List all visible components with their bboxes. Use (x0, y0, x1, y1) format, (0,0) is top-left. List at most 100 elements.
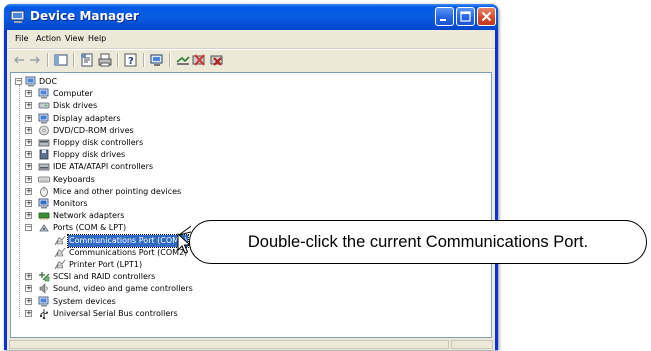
console-tree-icon (54, 54, 68, 66)
tree-item-label: Floppy disk controllers (53, 138, 144, 147)
expand-toggle[interactable]: + (25, 151, 32, 159)
instruction-callout: Double-click the current Communications … (189, 220, 647, 264)
menu-bar: File Action View Help (7, 30, 495, 48)
com-port-icon (54, 247, 66, 258)
toolbar: ? (7, 50, 495, 70)
collapse-toggle[interactable]: − (15, 78, 22, 85)
title-bar[interactable]: Device Manager (4, 4, 498, 30)
expand-toggle[interactable]: + (25, 102, 32, 110)
printer-icon (98, 53, 112, 67)
tree-item-label: IDE ATA/ATAPI controllers (53, 162, 154, 172)
help-icon: ? (124, 53, 137, 67)
minimize-button[interactable] (435, 7, 454, 26)
device-manager-icon (10, 10, 25, 23)
expand-toggle[interactable]: + (25, 175, 32, 183)
computer-icon (38, 88, 49, 99)
menu-help[interactable]: Help (88, 34, 106, 43)
toolbar-divider (117, 53, 119, 67)
toolbar-divider (143, 53, 145, 67)
device-manager-window: Device Manager File Action View Help ? −… (4, 4, 498, 350)
expand-toggle[interactable]: + (25, 285, 32, 293)
expand-toggle[interactable]: + (25, 163, 32, 171)
tree-item-label: Display adapters (53, 113, 121, 123)
forward-button[interactable] (27, 52, 43, 68)
tree-connector (19, 85, 20, 317)
svg-text:?: ? (128, 56, 134, 67)
expand-toggle[interactable]: + (25, 126, 32, 134)
properties-button[interactable] (79, 52, 95, 68)
com-port-icon (54, 235, 66, 245)
tree-item-label: Ports (COM & LPT) (53, 223, 127, 233)
tree-item-label: DVD/CD-ROM drives (53, 125, 134, 135)
menu-view[interactable]: View (65, 34, 84, 43)
port-label: Communications Port (COM2) (69, 247, 188, 257)
status-pane (451, 340, 493, 349)
display-adapter-icon (38, 113, 49, 124)
selected-port-label: Communications Port (COM1) (66, 233, 190, 248)
help-button[interactable]: ? (123, 52, 139, 68)
scan-hardware-icon (150, 54, 163, 66)
toolbar-divider (47, 53, 49, 67)
collapse-toggle[interactable]: − (25, 224, 32, 232)
dvd-drive-icon (39, 125, 49, 136)
keyboard-icon (38, 176, 50, 182)
tree-item-label: Mice and other pointing devices (53, 186, 182, 196)
print-button[interactable] (97, 52, 113, 68)
com-port-icon (54, 259, 66, 270)
menu-file[interactable]: File (15, 34, 28, 43)
floppy-drive-icon (39, 149, 49, 160)
port-label: Printer Port (LPT1) (69, 260, 143, 269)
scan-hardware-button[interactable] (149, 52, 165, 68)
expand-toggle[interactable]: + (25, 212, 32, 220)
uninstall-icon (192, 54, 205, 66)
minimize-icon (440, 19, 446, 21)
expand-toggle[interactable]: + (25, 114, 32, 122)
device-tree[interactable]: − DOC + Computer + Disk drives + Display adap… (10, 72, 492, 338)
expand-toggle[interactable]: + (25, 139, 32, 146)
update-driver-icon (176, 56, 190, 65)
back-button[interactable] (11, 52, 27, 68)
network-adapter-icon (38, 212, 50, 221)
maximize-icon (460, 11, 471, 22)
tree-item-label: Universal Serial Bus controllers (53, 308, 178, 318)
toolbar-divider (169, 53, 171, 67)
close-button[interactable] (477, 7, 496, 26)
uninstall-button[interactable] (191, 52, 207, 68)
tree-item-label: SCSI and RAID controllers (53, 272, 156, 282)
sound-icon (39, 283, 48, 295)
tree-item-label: System devices (53, 296, 116, 306)
expand-toggle[interactable]: + (25, 273, 32, 281)
ide-controller-icon (38, 163, 50, 171)
disable-device-icon (210, 55, 223, 66)
monitor-icon (38, 198, 49, 209)
tree-item-label: Sound, video and game controllers (53, 284, 193, 294)
tree-item-label: Network adapters (53, 211, 125, 221)
expand-toggle[interactable]: + (25, 297, 32, 305)
maximize-button[interactable] (456, 7, 475, 26)
menu-action[interactable]: Action (36, 34, 61, 43)
tree-item-label: Disk drives (53, 101, 98, 111)
tree-item-label: Monitors (53, 199, 88, 208)
mouse-icon (40, 186, 48, 197)
floppy-controller-icon (38, 139, 50, 147)
disable-button[interactable] (209, 52, 225, 68)
window-title: Device Manager (30, 9, 139, 23)
status-pane (9, 340, 449, 349)
update-driver-button[interactable] (175, 52, 191, 68)
window-body: File Action View Help ? − DOC + Computer… (7, 30, 495, 350)
close-icon (481, 11, 492, 22)
toolbar-divider (73, 53, 75, 67)
show-hide-tree-button[interactable] (53, 52, 69, 68)
tree-item-label: Floppy disk drives (53, 150, 126, 160)
expand-toggle[interactable]: + (25, 90, 32, 98)
expand-toggle[interactable]: + (25, 187, 32, 195)
system-devices-icon (38, 296, 49, 307)
expand-toggle[interactable]: + (25, 200, 32, 207)
computer-icon (25, 76, 36, 87)
port-icon (39, 224, 49, 232)
scsi-icon (39, 272, 50, 282)
tree-root-label: DOC (39, 77, 58, 86)
forward-arrow-icon (30, 56, 40, 64)
expand-toggle[interactable]: + (25, 309, 32, 317)
status-bar (7, 340, 495, 350)
